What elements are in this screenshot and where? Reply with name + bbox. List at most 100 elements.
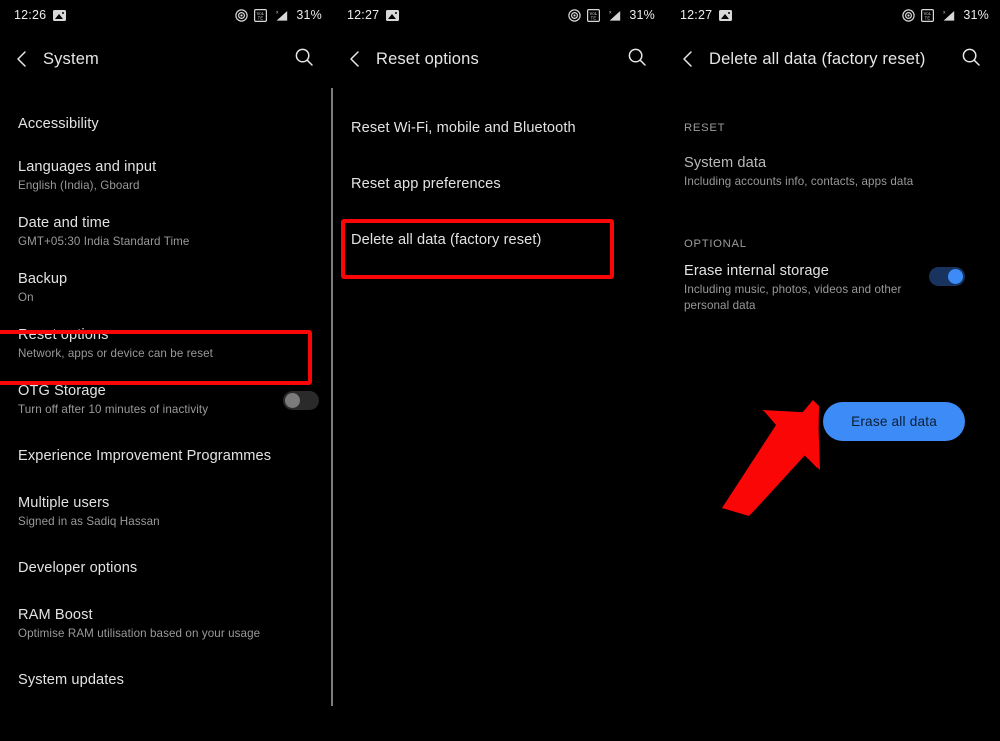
search-icon [627,47,647,72]
status-bar-panel-3: 12:27 VoL TE x 31% [666,0,1000,30]
three-panel-screenshot-composite: 12:26 VoL TE x 31% System Accessibility … [0,0,1000,741]
panel-delete-all-data: 12:27 VoL TE x 31% Delete all data (fact… [666,0,1000,741]
search-button[interactable] [289,44,319,74]
status-bar-left: 12:27 [680,8,733,22]
back-chevron-icon [13,49,31,69]
list-item-developer-options[interactable]: Developer options [0,540,333,596]
list-item-title: Multiple users [18,495,110,511]
cast-icon [235,8,249,22]
erase-internal-storage-toggle[interactable] [929,267,965,286]
list-item-languages-and-input[interactable]: Languages and input English (India), Gbo… [0,148,333,204]
status-bar-clock: 12:27 [347,8,380,22]
list-item-title: Delete all data (factory reset) [351,231,542,248]
search-button[interactable] [956,44,986,74]
list-item-accessibility[interactable]: Accessibility [0,100,333,148]
svg-text:x: x [944,9,947,14]
list-item-title: OTG Storage [18,383,106,399]
back-button[interactable] [679,44,705,74]
list-item-text: Languages and input English (India), Gbo… [18,158,319,194]
list-item-title: System updates [18,671,125,688]
list-item-subtitle: Network, apps or device can be reset [18,347,213,360]
list-item-text: Reset app preferences [351,175,652,194]
settings-list-system: Accessibility Languages and input Englis… [0,88,333,708]
list-item-text: System data Including accounts info, con… [684,154,986,190]
cast-icon [568,8,582,22]
list-item-text: Erase internal storage Including music, … [684,262,929,314]
list-item-text: Multiple users Signed in as Sadiq Hassan [18,494,319,530]
status-bar-left: 12:27 [347,8,400,22]
list-item-system-updates[interactable]: System updates [0,652,333,708]
panel-reset-options: 12:27 VoL TE x 31% Reset options Reset W… [333,0,666,741]
erase-all-data-button[interactable]: Erase all data [823,402,965,441]
svg-text:TE: TE [591,15,597,20]
list-item-title: Accessibility [18,115,99,132]
list-item-title: Languages and input [18,159,157,175]
toggle-knob [948,269,963,284]
back-button[interactable] [346,44,372,74]
svg-text:TE: TE [925,15,931,20]
status-bar-left: 12:26 [14,8,67,22]
erase-all-data-button-container: Erase all data [666,402,1000,441]
signal-no-sim-icon: x [940,9,956,22]
battery-percentage: 31% [963,8,989,22]
factory-reset-content: RESET System data Including accounts inf… [666,88,1000,441]
otg-storage-toggle[interactable] [283,390,319,410]
photo-icon [719,9,733,21]
list-item-date-and-time[interactable]: Date and time GMT+05:30 India Standard T… [0,204,333,260]
list-item-text: Experience Improvement Programmes [18,447,319,466]
list-item-title: Backup [18,271,68,287]
cast-icon [902,8,916,22]
back-chevron-icon [346,49,364,69]
photo-icon [386,9,400,21]
page-title: System [43,49,99,68]
action-bar-panel-1: System [0,30,333,88]
list-item-title: Date and time [18,215,111,231]
list-item-ram-boost[interactable]: RAM Boost Optimise RAM utilisation based… [0,596,333,652]
svg-text:TE: TE [258,15,264,20]
list-item-title: Erase internal storage [684,263,829,279]
settings-list-reset-options: Reset Wi-Fi, mobile and Bluetooth Reset … [333,88,666,268]
status-bar-right: VoL TE x 31% [235,8,322,22]
list-item-title: Reset Wi-Fi, mobile and Bluetooth [351,119,576,136]
list-item-experience-improvement-programmes[interactable]: Experience Improvement Programmes [0,428,333,484]
list-item-title: Developer options [18,559,138,576]
list-item-subtitle: Signed in as Sadiq Hassan [18,515,160,528]
list-item-reset-app-preferences[interactable]: Reset app preferences [333,156,666,212]
status-bar-panel-2: 12:27 VoL TE x 31% [333,0,666,30]
panel-divider-line [331,88,333,706]
status-bar-panel-1: 12:26 VoL TE x 31% [0,0,333,30]
list-item-title: System data [684,155,767,171]
svg-text:x: x [610,9,613,14]
list-item-delete-all-data-factory-reset[interactable]: Delete all data (factory reset) [333,212,666,268]
volte-icon: VoL TE [254,8,268,22]
list-item-otg-storage[interactable]: OTG Storage Turn off after 10 minutes of… [0,372,333,428]
search-button[interactable] [622,44,652,74]
list-bottom-clip [0,733,333,741]
action-bar-panel-3: Delete all data (factory reset) [666,30,1000,88]
list-item-title: Reset app preferences [351,175,501,192]
status-bar-clock: 12:27 [680,8,713,22]
list-item-title: RAM Boost [18,607,93,623]
list-item-text: Date and time GMT+05:30 India Standard T… [18,214,319,250]
back-chevron-icon [679,49,697,69]
battery-percentage: 31% [629,8,655,22]
list-item-subtitle: Optimise RAM utilisation based on your u… [18,627,261,640]
photo-icon [53,9,67,21]
section-header-optional: OPTIONAL [684,238,747,250]
volte-icon: VoL TE [587,8,601,22]
list-item-reset-options[interactable]: Reset options Network, apps or device ca… [0,316,333,372]
list-item-backup[interactable]: Backup On [0,260,333,316]
list-item-subtitle: Including music, photos, videos and othe… [684,283,902,312]
list-item-multiple-users[interactable]: Multiple users Signed in as Sadiq Hassan [0,484,333,540]
list-item-title: Experience Improvement Programmes [18,447,272,464]
list-item-subtitle: Including accounts info, contacts, apps … [684,175,914,188]
list-item-text: Accessibility [18,115,319,134]
svg-text:x: x [277,9,280,14]
list-item-text: Delete all data (factory reset) [351,231,652,250]
list-item-subtitle: GMT+05:30 India Standard Time [18,235,190,248]
list-item-text: Developer options [18,559,319,578]
list-item-erase-internal-storage[interactable]: Erase internal storage Including music, … [666,262,1000,324]
back-button[interactable] [13,44,39,74]
list-item-reset-wifi-mobile-bluetooth[interactable]: Reset Wi-Fi, mobile and Bluetooth [333,100,666,156]
battery-percentage: 31% [296,8,322,22]
